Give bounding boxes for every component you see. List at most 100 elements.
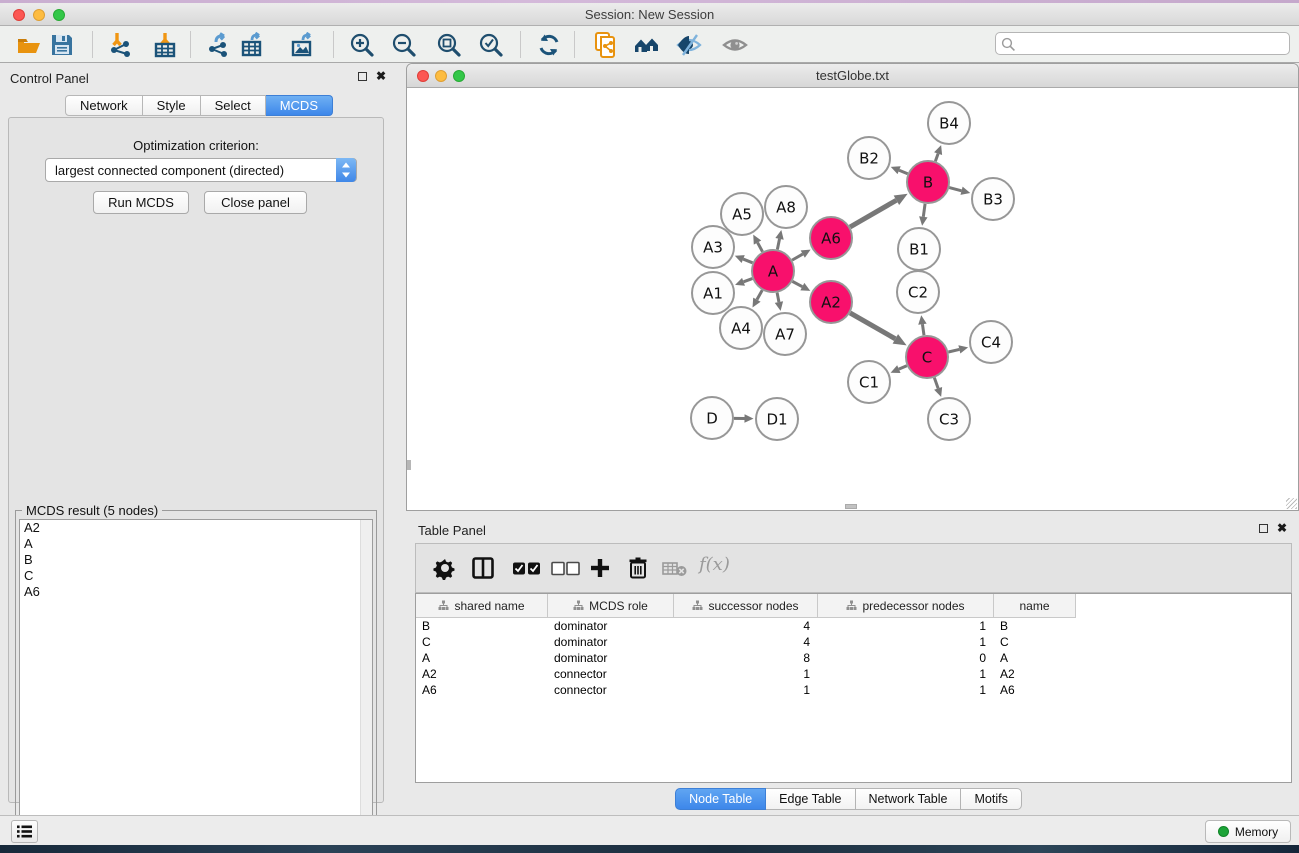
memory-status-icon xyxy=(1218,826,1229,837)
network-canvas[interactable]: B4B2BB3A5A8A6A3B1AA1C2A2A4A7C4CC1C3DD1 xyxy=(407,89,1298,510)
table-row[interactable]: Cdominator41C xyxy=(416,634,1076,650)
show-column-icon[interactable] xyxy=(471,556,495,580)
close-panel-icon[interactable]: ✖ xyxy=(1277,523,1287,533)
tab-edge-table[interactable]: Edge Table xyxy=(766,788,855,810)
graph-edge[interactable] xyxy=(948,349,959,352)
import-network-icon[interactable] xyxy=(108,32,134,58)
zoom-fit-icon[interactable] xyxy=(436,32,462,58)
column-header-successor-nodes[interactable]: successor nodes xyxy=(674,594,818,617)
graph-edge[interactable] xyxy=(743,259,752,263)
mcds-result-item[interactable]: B xyxy=(20,552,372,568)
graph-edge[interactable] xyxy=(934,378,938,389)
network-window-titlebar[interactable]: testGlobe.txt xyxy=(407,64,1298,88)
show-task-history-button[interactable] xyxy=(11,820,38,843)
graph-edge-arrowhead xyxy=(918,315,926,324)
graph-edge[interactable] xyxy=(757,290,762,299)
table-cell: A2 xyxy=(416,666,548,682)
zoom-in-icon[interactable] xyxy=(349,32,375,58)
optimization-criterion-select[interactable]: largest connected component (directed) xyxy=(45,158,357,182)
show-panel-icon[interactable] xyxy=(722,32,748,58)
table-row[interactable]: A6connector11A6 xyxy=(416,682,1076,698)
float-panel-icon[interactable] xyxy=(1259,524,1268,533)
table-cell: A xyxy=(994,650,1076,666)
graph-edge[interactable] xyxy=(777,239,779,250)
export-table-icon[interactable] xyxy=(240,32,266,58)
graph-edge[interactable] xyxy=(850,313,895,339)
table-cell: 1 xyxy=(818,618,994,634)
table-row[interactable]: Adominator80A xyxy=(416,650,1076,666)
hide-panel-icon[interactable] xyxy=(676,32,702,58)
column-header-shared-name[interactable]: shared name xyxy=(416,594,548,617)
graph-node-label: A4 xyxy=(731,319,751,337)
graph-edge[interactable] xyxy=(744,279,753,282)
tab-network-table[interactable]: Network Table xyxy=(856,788,962,810)
network-from-clipboard-icon[interactable] xyxy=(593,32,619,58)
delete-column-icon[interactable] xyxy=(626,556,650,580)
tab-network[interactable]: Network xyxy=(65,95,143,116)
scrollbar-track[interactable] xyxy=(360,520,372,843)
tab-mcds[interactable]: MCDS xyxy=(266,95,333,116)
mcds-result-list[interactable]: A2ABCA6 xyxy=(19,519,373,844)
settings-gear-icon[interactable] xyxy=(433,556,457,580)
graph-edge[interactable] xyxy=(850,200,896,227)
v-scrollbar-thumb[interactable] xyxy=(407,460,411,470)
table-header-row: shared nameMCDS rolesuccessor nodesprede… xyxy=(416,594,1076,618)
graph-edge[interactable] xyxy=(899,366,907,369)
graph-edge-arrowhead xyxy=(775,230,783,240)
delete-table-icon[interactable] xyxy=(662,560,688,578)
table-cell: 1 xyxy=(818,682,994,698)
table-cell: 1 xyxy=(818,666,994,682)
graph-edge[interactable] xyxy=(922,324,924,335)
table-cell: connector xyxy=(548,666,674,682)
export-image-icon[interactable] xyxy=(290,32,316,58)
float-panel-icon[interactable] xyxy=(358,72,367,81)
table-cell: dominator xyxy=(548,618,674,634)
table-row[interactable]: Bdominator41B xyxy=(416,618,1076,634)
graph-edge[interactable] xyxy=(935,154,938,162)
h-scrollbar-thumb[interactable] xyxy=(845,504,857,509)
resize-grip[interactable] xyxy=(1286,498,1297,509)
run-mcds-button[interactable]: Run MCDS xyxy=(93,191,189,214)
graph-edge[interactable] xyxy=(899,170,908,173)
import-table-icon[interactable] xyxy=(152,32,178,58)
select-all-columns-icon[interactable] xyxy=(512,561,542,576)
table-row[interactable]: A2connector11A2 xyxy=(416,666,1076,682)
open-file-icon[interactable] xyxy=(16,32,42,58)
save-session-icon[interactable] xyxy=(49,32,75,58)
zoom-out-icon[interactable] xyxy=(391,32,417,58)
graph-edge[interactable] xyxy=(758,243,763,252)
graph-edge[interactable] xyxy=(949,188,961,191)
tab-motifs[interactable]: Motifs xyxy=(961,788,1021,810)
mcds-result-item[interactable]: C xyxy=(20,568,372,584)
graph-edge-arrowhead xyxy=(934,145,942,155)
close-panel-button[interactable]: Close panel xyxy=(204,191,307,214)
memory-button[interactable]: Memory xyxy=(1205,820,1291,843)
mcds-result-item[interactable]: A2 xyxy=(20,520,372,536)
function-builder-icon[interactable]: f(x) xyxy=(699,554,730,575)
tab-node-table[interactable]: Node Table xyxy=(675,788,766,810)
mcds-result-item[interactable]: A xyxy=(20,536,372,552)
control-panel: Control Panel ✖ NetworkStyleSelectMCDS O… xyxy=(0,63,398,815)
graph-edge[interactable] xyxy=(792,281,802,286)
column-header-predecessor-nodes[interactable]: predecessor nodes xyxy=(818,594,994,617)
column-header-MCDS-role[interactable]: MCDS role xyxy=(548,594,674,617)
graph-node-label: A2 xyxy=(821,293,841,311)
search-input[interactable] xyxy=(1020,34,1285,53)
zoom-selected-icon[interactable] xyxy=(478,32,504,58)
tab-style[interactable]: Style xyxy=(143,95,201,116)
add-column-icon[interactable] xyxy=(588,556,612,580)
tab-select[interactable]: Select xyxy=(201,95,266,116)
graph-edge[interactable] xyxy=(792,254,803,260)
mcds-result-item[interactable]: A6 xyxy=(20,584,372,600)
table-cell: C xyxy=(994,634,1076,650)
refresh-layout-icon[interactable] xyxy=(536,32,562,58)
export-network-icon[interactable] xyxy=(206,32,232,58)
table-toolbar: f(x) xyxy=(415,543,1292,593)
close-panel-icon[interactable]: ✖ xyxy=(376,71,386,81)
graph-edge[interactable] xyxy=(777,293,779,302)
home-icon[interactable] xyxy=(634,32,660,58)
graph-edge[interactable] xyxy=(923,204,925,217)
column-header-name[interactable]: name xyxy=(994,594,1076,617)
unselect-all-columns-icon[interactable] xyxy=(551,561,581,576)
mcds-panel: Optimization criterion: largest connecte… xyxy=(8,117,384,803)
